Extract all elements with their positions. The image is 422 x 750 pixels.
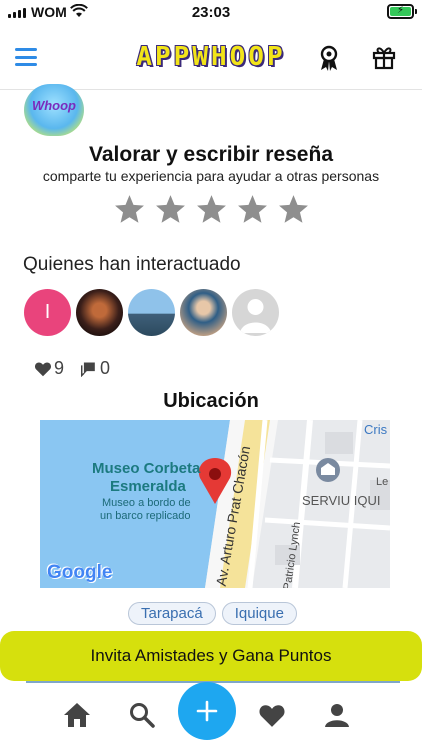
star-icon-2[interactable] [154,193,187,226]
nav-profile[interactable] [322,700,352,730]
nav-favorites[interactable] [257,700,287,730]
nav-search[interactable] [127,700,157,730]
add-icon [196,700,218,722]
star-icon-4[interactable] [236,193,269,226]
app-thumbnail-logo: Whoop [31,98,77,113]
app-thumbnail: Whoop [24,84,84,136]
star-icon-1[interactable] [113,193,146,226]
nav-home[interactable] [62,700,92,730]
invite-friends-button[interactable]: Invita Amistades y Gana Puntos [0,631,422,681]
app-logo: APPWHOOP [136,42,286,72]
google-logo: Google [47,562,113,583]
star-icon-3[interactable] [195,193,228,226]
home-icon [64,703,90,727]
tag-region[interactable]: Tarapacá [128,602,216,625]
location-map[interactable]: Museo Corbeta Esmeralda Museo a bordo de… [40,420,390,588]
comments-count: 0 [100,358,111,378]
avatar[interactable] [128,289,175,336]
rating-stars [113,193,310,226]
gift-icon[interactable] [371,44,397,70]
bottom-navigation [0,682,422,750]
avatar[interactable]: I [24,289,71,336]
heart-icon [259,704,285,727]
map-corner-label: Cris [364,422,388,437]
profile-icon [325,704,349,727]
interactions-title: Quienes han interactuado [23,254,241,275]
avatar-initial: I [44,301,51,323]
search-icon [130,703,155,728]
nav-add-button[interactable] [178,682,236,740]
map-place-desc-2: un barco replicado [100,510,191,522]
review-title: Valorar y escribir reseña [89,143,333,166]
tag-city[interactable]: Iquique [221,602,297,625]
comments-stat[interactable]: 0 [80,358,110,379]
battery-icon: ⚡ [387,4,417,19]
user-placeholder-icon [240,299,271,333]
likes-stat[interactable]: 9 [34,358,64,379]
avatar[interactable] [76,289,123,336]
comments-icon [81,361,95,377]
map-place-name-1: Museo Corbeta [92,460,201,477]
star-icon-5[interactable] [277,193,310,226]
app-header: APPWHOOP [0,30,422,90]
status-bar: WOM 23:03 ⚡ [0,0,422,24]
map-poi-label: SERVIU IQUI [302,493,381,508]
stats-row: 9 0 [34,358,126,379]
avatar[interactable] [180,289,227,336]
location-title: Ubicación [163,390,259,412]
map-corner-label-2: Le [376,476,389,488]
status-time: 23:03 [191,4,231,21]
award-ribbon-icon[interactable] [316,44,342,72]
interaction-avatars: I [24,289,279,336]
heart-icon [34,361,52,376]
map-place-desc-1: Museo a bordo de [102,497,191,509]
review-subtitle: comparte tu experiencia para ayudar a ot… [42,168,380,184]
map-place-name-2: Esmeralda [110,478,186,495]
avatar[interactable] [232,289,279,336]
likes-count: 9 [54,358,65,378]
location-tags: Tarapacá Iquique [128,602,297,625]
